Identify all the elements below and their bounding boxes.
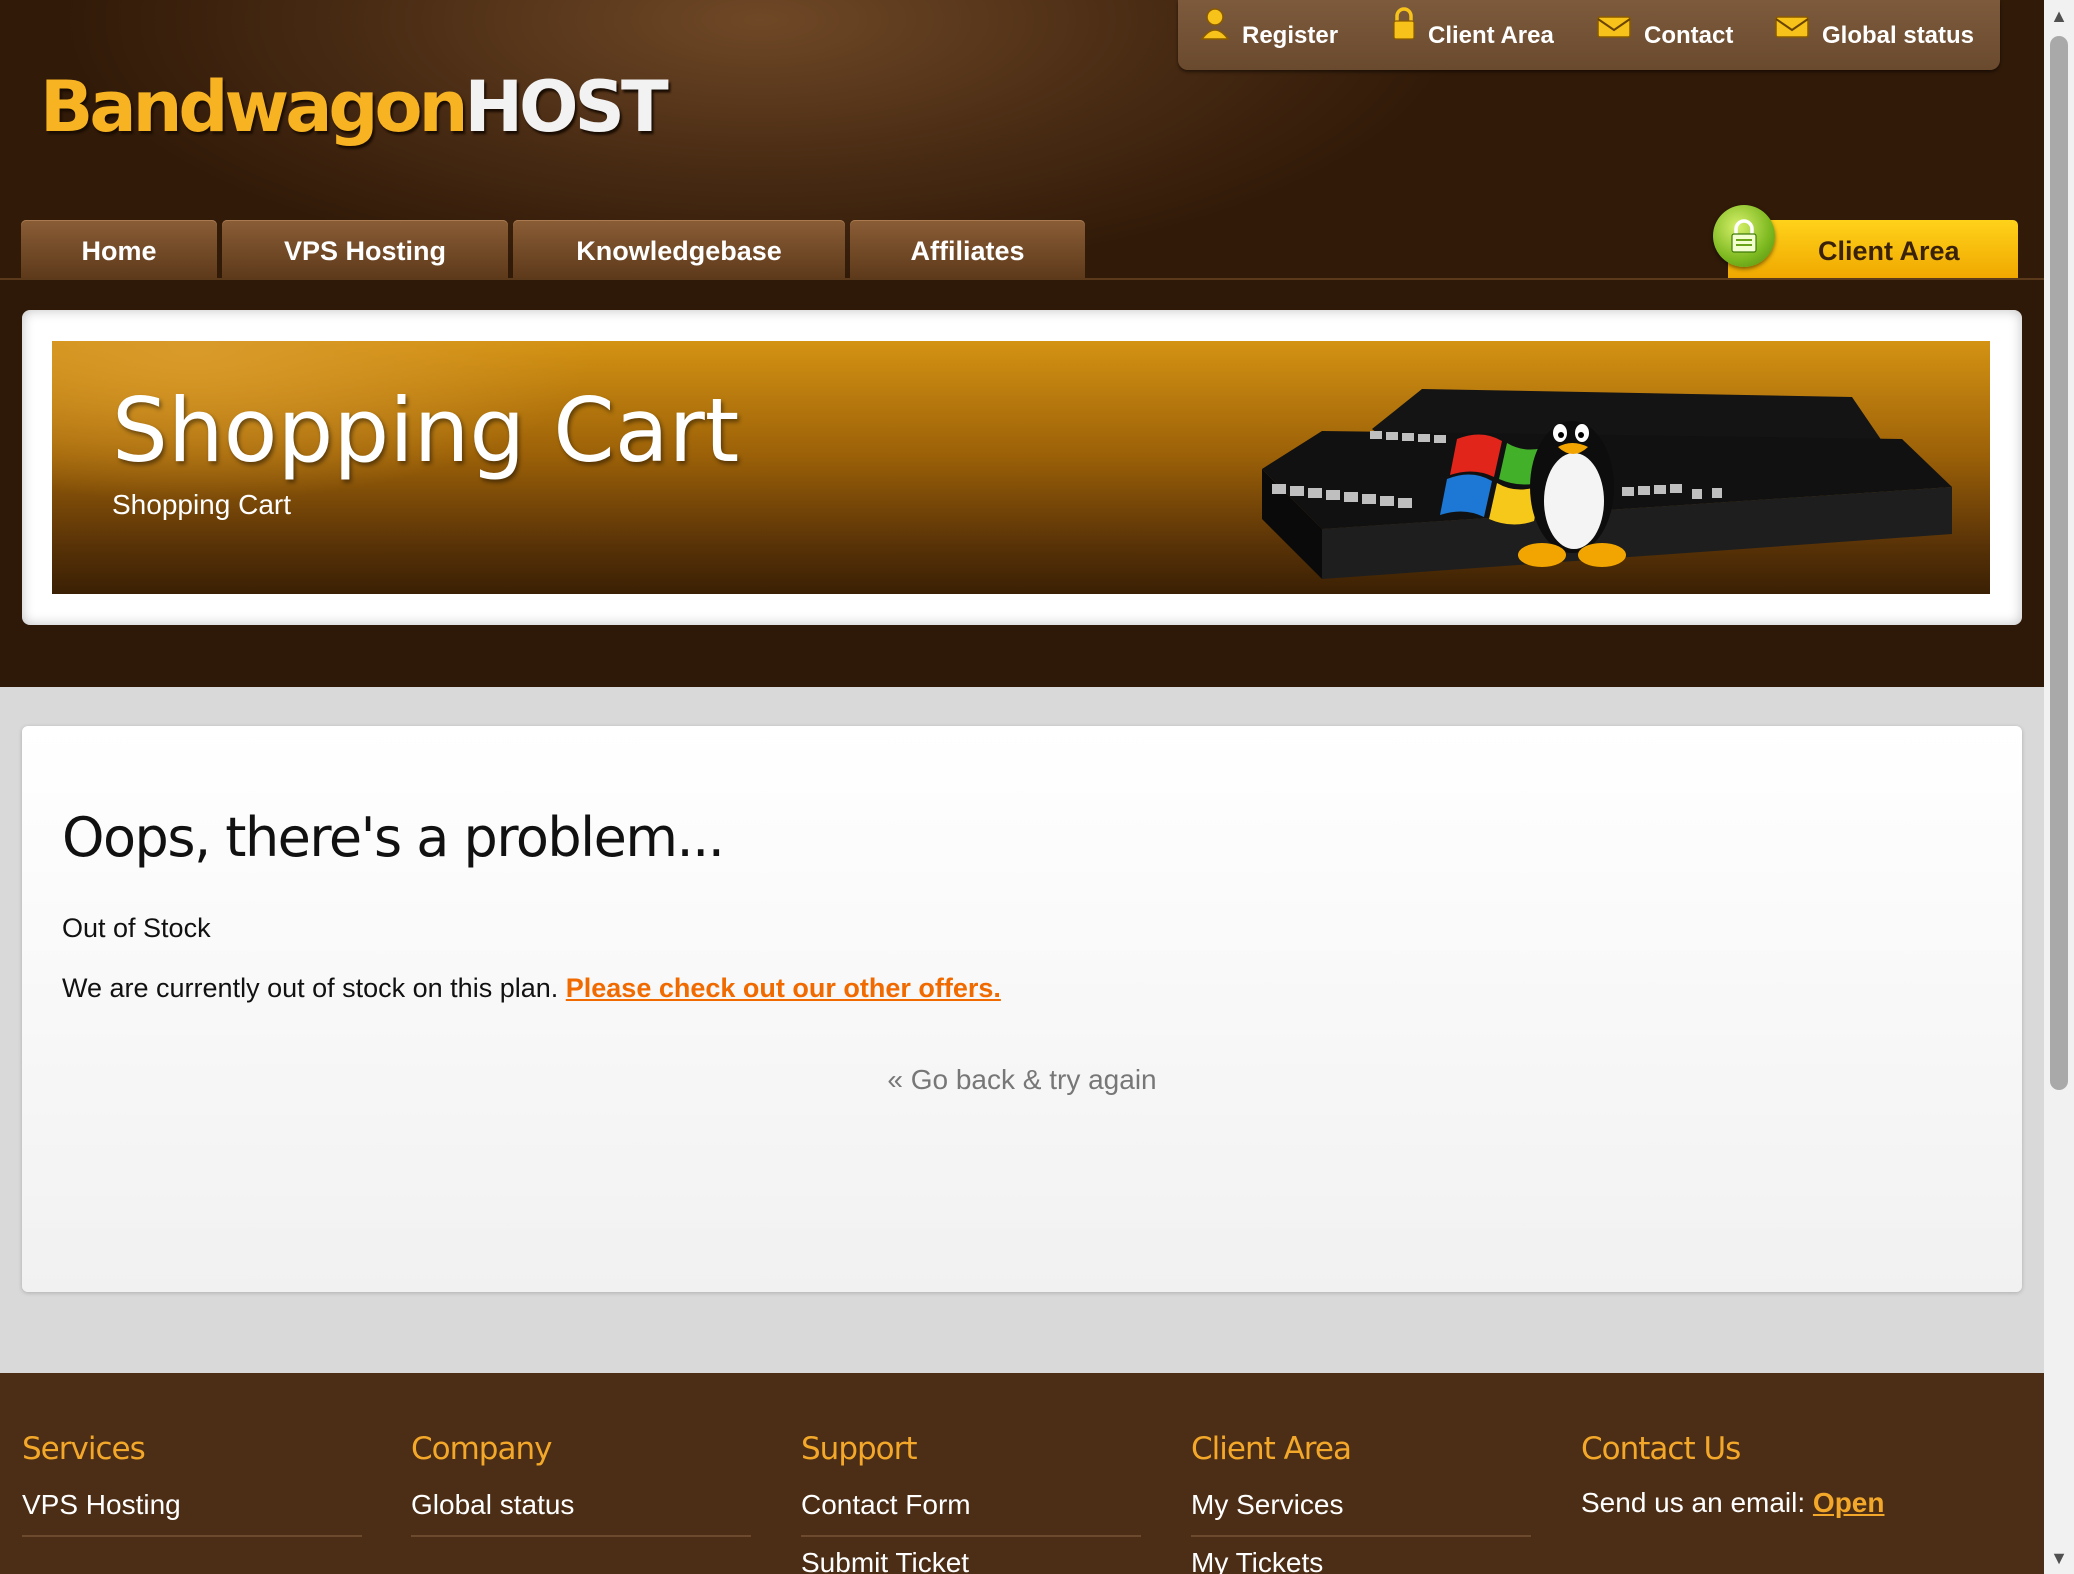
footer-link-contact-form[interactable]: Contact Form (801, 1467, 1141, 1537)
global-status-link[interactable]: Global status (1774, 0, 1974, 70)
tab-home[interactable]: Home (21, 220, 217, 278)
tab-vps-hosting[interactable]: VPS Hosting (222, 220, 508, 278)
envelope-icon (1774, 0, 1810, 70)
contact-label: Contact (1644, 22, 1734, 49)
footer-col-client-area: Client Area My Services My Tickets (1191, 1431, 1531, 1574)
breadcrumb: Shopping Cart (112, 489, 292, 520)
footer-col-company: Company Global status (411, 1431, 751, 1537)
tab-affiliates[interactable]: Affiliates (850, 220, 1085, 278)
site-header: BandwagonHOST Register Client Area Conta… (0, 0, 2044, 687)
site-logo[interactable]: BandwagonHOST (40, 62, 669, 152)
scrollbar-thumb[interactable] (2050, 36, 2068, 1090)
content-card: Oops, there's a problem... Out of Stock … (22, 726, 2022, 1292)
client-area-lock-icon (1713, 205, 1775, 267)
footer-email-line: Send us an email: Open (1581, 1467, 2021, 1519)
footer-col-services: Services VPS Hosting (22, 1431, 362, 1537)
footer-heading-client-area: Client Area (1191, 1431, 1352, 1467)
top-client-area-link[interactable]: Client Area (1392, 0, 1554, 70)
footer-heading-services: Services (22, 1431, 146, 1467)
footer-heading-support: Support (801, 1431, 918, 1467)
tab-knowledgebase[interactable]: Knowledgebase (513, 220, 845, 278)
page-banner: Shopping Cart Shopping Cart (52, 341, 1990, 594)
client-area-tab-label: Client Area (1818, 236, 1960, 266)
footer-col-support: Support Contact Form Submit Ticket (801, 1431, 1141, 1574)
footer-link-vps-hosting[interactable]: VPS Hosting (22, 1467, 362, 1537)
error-message: We are currently out of stock on this pl… (62, 973, 1001, 1004)
register-label: Register (1242, 22, 1339, 49)
server-os-illustration (1262, 389, 1952, 579)
footer-email-link[interactable]: Open (1813, 1487, 1885, 1518)
go-back-link[interactable]: « Go back & try again (22, 1064, 2022, 1096)
logo-part2: HOST (464, 66, 668, 148)
footer-link-my-tickets[interactable]: My Tickets (1191, 1537, 1531, 1574)
global-status-label: Global status (1822, 22, 1975, 49)
footer-email-prefix: Send us an email: (1581, 1487, 1806, 1518)
site-footer: Services VPS Hosting Company Global stat… (0, 1373, 2044, 1574)
user-icon (1200, 0, 1230, 70)
top-client-area-label: Client Area (1428, 22, 1554, 49)
scroll-up-arrow-icon[interactable]: ▲ (2044, 0, 2074, 32)
register-link[interactable]: Register (1200, 0, 1338, 70)
page-scrollbar[interactable]: ▲ ▼ (2044, 0, 2074, 1574)
footer-heading-contact: Contact Us (1581, 1431, 1741, 1467)
other-offers-link[interactable]: Please check out our other offers. (566, 973, 1001, 1003)
envelope-icon (1596, 0, 1632, 70)
top-links-bar: Register Client Area Contact Global stat… (1178, 0, 2000, 70)
scroll-down-arrow-icon[interactable]: ▼ (2044, 1542, 2074, 1574)
error-subtitle: Out of Stock (62, 913, 211, 943)
error-title: Oops, there's a problem... (62, 806, 725, 869)
page-title: Shopping Cart (112, 379, 740, 482)
contact-link[interactable]: Contact (1596, 0, 1733, 70)
footer-heading-company: Company (411, 1431, 552, 1467)
footer-link-global-status[interactable]: Global status (411, 1467, 751, 1537)
footer-link-my-services[interactable]: My Services (1191, 1467, 1531, 1537)
error-message-text: We are currently out of stock on this pl… (62, 973, 559, 1003)
logo-part1: Bandwagon (40, 66, 468, 148)
lock-icon (1392, 0, 1416, 70)
footer-col-contact: Contact Us Send us an email: Open (1581, 1431, 2021, 1519)
footer-link-submit-ticket[interactable]: Submit Ticket (801, 1537, 1141, 1574)
